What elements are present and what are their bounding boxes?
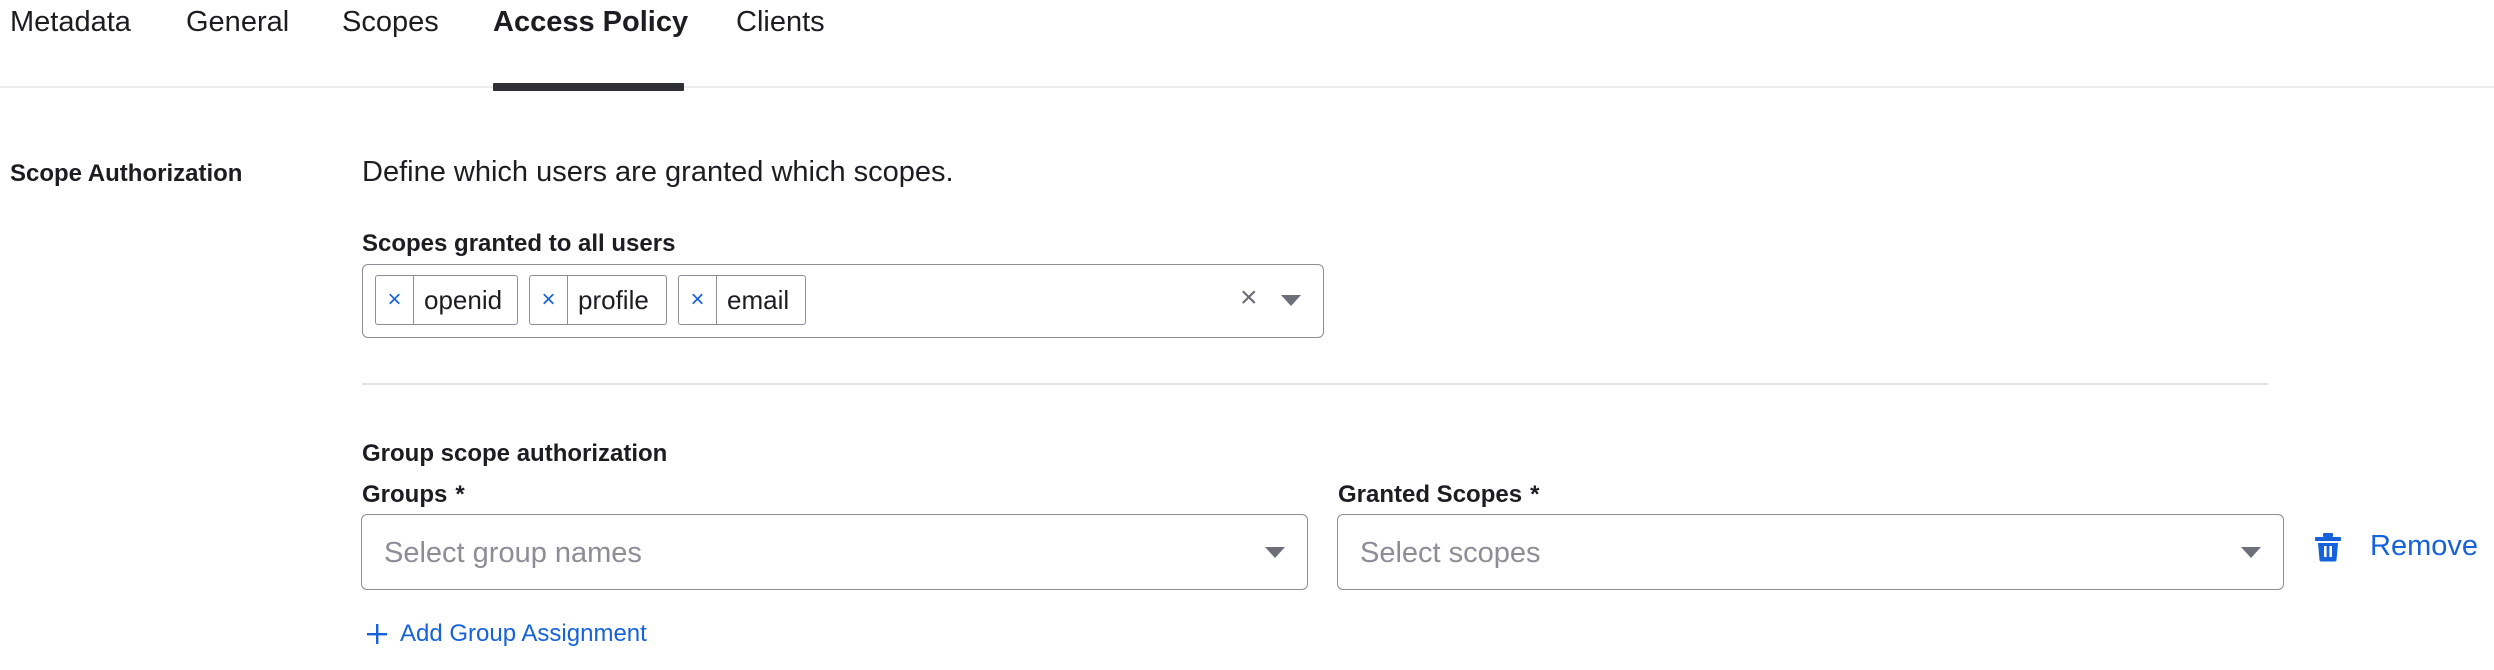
clear-icon[interactable]: ×	[1240, 281, 1258, 315]
section-label-scope-authorization: Scope Authorization	[10, 160, 243, 187]
trash-icon	[2315, 532, 2341, 561]
required-marker: *	[455, 481, 465, 508]
close-icon[interactable]: ×	[679, 276, 717, 324]
groups-placeholder: Select group names	[384, 537, 642, 569]
add-group-assignment-button[interactable]: Add Group Assignment	[366, 620, 647, 648]
groups-select[interactable]: Select group names	[361, 514, 1308, 590]
scope-chip-openid: × openid	[375, 275, 518, 325]
group-scope-heading: Group scope authorization	[362, 440, 668, 467]
tab-metadata[interactable]: Metadata	[10, 6, 131, 39]
plus-icon	[367, 624, 387, 644]
granted-scopes-select[interactable]: Select scopes	[1337, 514, 2284, 590]
add-group-assignment-label: Add Group Assignment	[400, 620, 647, 647]
active-tab-indicator	[493, 83, 684, 91]
granted-scopes-label: Granted Scopes *	[1338, 481, 1539, 509]
caret-down-icon[interactable]	[2241, 547, 2261, 558]
caret-down-icon[interactable]	[1265, 547, 1285, 558]
tab-bar: Metadata General Scopes Access Policy Cl…	[0, 0, 2494, 91]
section-divider	[362, 383, 2268, 385]
tab-clients[interactable]: Clients	[736, 6, 825, 39]
caret-down-icon[interactable]	[1281, 295, 1301, 306]
remove-group-assignment-button[interactable]: Remove	[2314, 530, 2478, 563]
remove-label: Remove	[2370, 530, 2478, 562]
close-icon[interactable]: ×	[530, 276, 568, 324]
tab-access-policy[interactable]: Access Policy	[493, 6, 688, 39]
close-icon[interactable]: ×	[376, 276, 414, 324]
tab-general[interactable]: General	[186, 6, 289, 39]
granted-scopes-placeholder: Select scopes	[1360, 537, 1541, 569]
required-marker: *	[1530, 481, 1540, 508]
groups-label-text: Groups	[362, 481, 448, 508]
scope-chip-profile: × profile	[529, 275, 667, 325]
scope-chip-label: profile	[578, 284, 649, 315]
scope-chip-label: openid	[424, 284, 503, 315]
scope-chip-label: email	[727, 284, 790, 315]
groups-label: Groups *	[362, 481, 465, 509]
scope-chip-email: × email	[678, 275, 806, 325]
all-users-scopes-label: Scopes granted to all users	[362, 230, 676, 257]
section-description: Define which users are granted which sco…	[362, 156, 954, 188]
granted-scopes-label-text: Granted Scopes	[1338, 481, 1523, 508]
all-users-scopes-multiselect[interactable]: × openid × profile × email ×	[362, 264, 1324, 338]
tab-scopes[interactable]: Scopes	[342, 6, 439, 39]
